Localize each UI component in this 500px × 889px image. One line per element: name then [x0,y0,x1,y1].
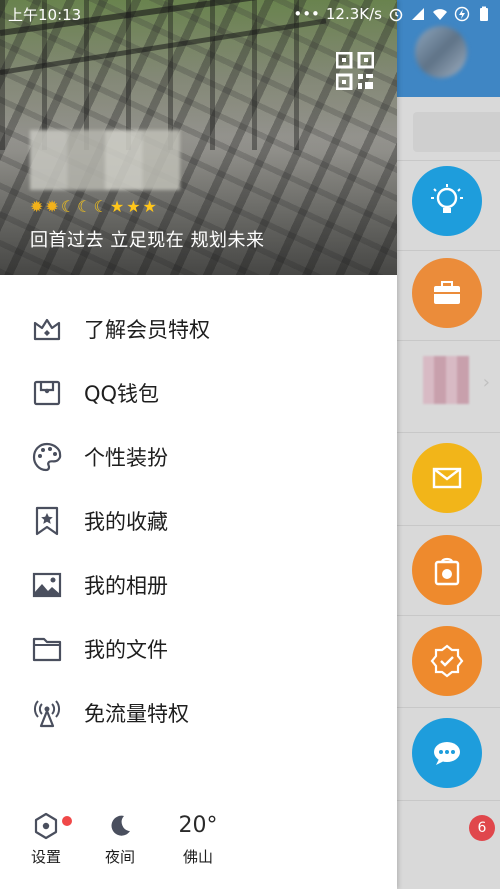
status-bar: 上午10:13 ••• 12.3K/s [0,0,500,28]
briefcase-icon[interactable] [412,258,482,328]
menu-item-label: 免流量特权 [84,702,189,726]
level-badges: ✹ ✹ ☾ ☾ ☾ ★ ★ ★ [30,198,157,216]
nickname-pixelated [30,130,180,190]
moon-icon: ☾ [77,197,92,216]
avatar[interactable] [423,356,469,404]
menu-item-label: 我的文件 [84,638,168,662]
bookmark-star-icon [30,504,64,538]
settings-button[interactable]: 设置 [24,808,72,867]
menu-item-label: 我的相册 [84,574,168,598]
photo-album-icon [30,568,64,602]
menu-item-vip[interactable]: 了解会员特权 [0,297,397,361]
star-icon: ★ [126,197,141,216]
folder-icon [30,632,64,666]
sun-icon: ✹ [45,197,59,216]
signal-icon [412,8,424,20]
menu-item-album[interactable]: 我的相册 [0,553,397,617]
divider [397,800,500,801]
menu-item-free-data[interactable]: 免流量特权 [0,681,397,745]
divider [397,615,500,616]
night-mode-button[interactable]: 夜间 [98,808,142,867]
network-speed: 12.3K/s [325,5,382,23]
profile-signature[interactable]: 回首过去 立足现在 规划未来 [30,226,264,252]
menu-item-label: QQ钱包 [84,382,160,406]
alarm-icon [389,8,403,22]
qr-code-icon[interactable] [336,52,374,90]
chevron-right-icon: › [482,372,490,393]
moon-icon: ☾ [93,197,108,216]
moon-icon [111,815,130,836]
settings-label: 设置 [30,848,61,866]
city-label: 佛山 [182,848,213,866]
divider [397,525,500,526]
status-icons: ••• 12.3K/s [293,5,492,23]
drawer-menu: 了解会员特权 QQ钱包 个性装扮 我的收藏 我的相册 我的文件 免流量特权 [0,297,397,745]
star-icon: ★ [142,197,157,216]
divider [397,250,500,251]
badge-check-icon[interactable] [412,626,482,696]
menu-item-files[interactable]: 我的文件 [0,617,397,681]
divider [397,340,500,341]
main-screen-background: › 6 [397,0,500,889]
more-dots-icon: ••• [293,5,320,23]
sun-icon: ✹ [30,197,44,216]
chat-bubble-icon[interactable] [412,718,482,788]
divider [397,432,500,433]
search-bar[interactable] [413,112,500,152]
divider [397,160,500,161]
mail-icon[interactable] [412,443,482,513]
palette-icon [30,440,64,474]
notification-dot [62,816,72,826]
night-label: 夜间 [104,848,135,866]
unread-badge: 6 [469,815,495,841]
star-icon: ★ [109,197,125,216]
charging-icon [454,6,470,22]
moon-icon: ☾ [60,197,76,216]
profile-header[interactable]: ✹ ✹ ☾ ☾ ☾ ★ ★ ★ 回首过去 立足现在 规划未来 [0,0,397,275]
antenna-icon [30,696,64,730]
wallet-icon [30,376,64,410]
temperature: 20° [178,813,218,838]
crown-icon [30,312,64,346]
weather-button[interactable]: 20° 佛山 [176,808,220,867]
menu-item-favorites[interactable]: 我的收藏 [0,489,397,553]
wifi-icon [433,9,447,20]
battery-icon [480,6,488,21]
drawer-bottom-bar: 设置 夜间 20° 佛山 [0,808,397,878]
menu-item-themes[interactable]: 个性装扮 [0,425,397,489]
menu-item-label: 了解会员特权 [84,318,210,342]
status-time: 上午10:13 [8,5,82,24]
menu-item-wallet[interactable]: QQ钱包 [0,361,397,425]
menu-item-label: 我的收藏 [84,510,168,534]
settings-hexagon-icon [34,812,58,840]
menu-item-label: 个性装扮 [84,446,168,470]
avatar[interactable] [415,26,467,78]
shopping-bag-icon[interactable] [412,535,482,605]
lightbulb-icon[interactable] [412,166,482,236]
side-drawer: ✹ ✹ ☾ ☾ ☾ ★ ★ ★ 回首过去 立足现在 规划未来 了解会员特权 QQ… [0,0,397,889]
divider [397,707,500,708]
